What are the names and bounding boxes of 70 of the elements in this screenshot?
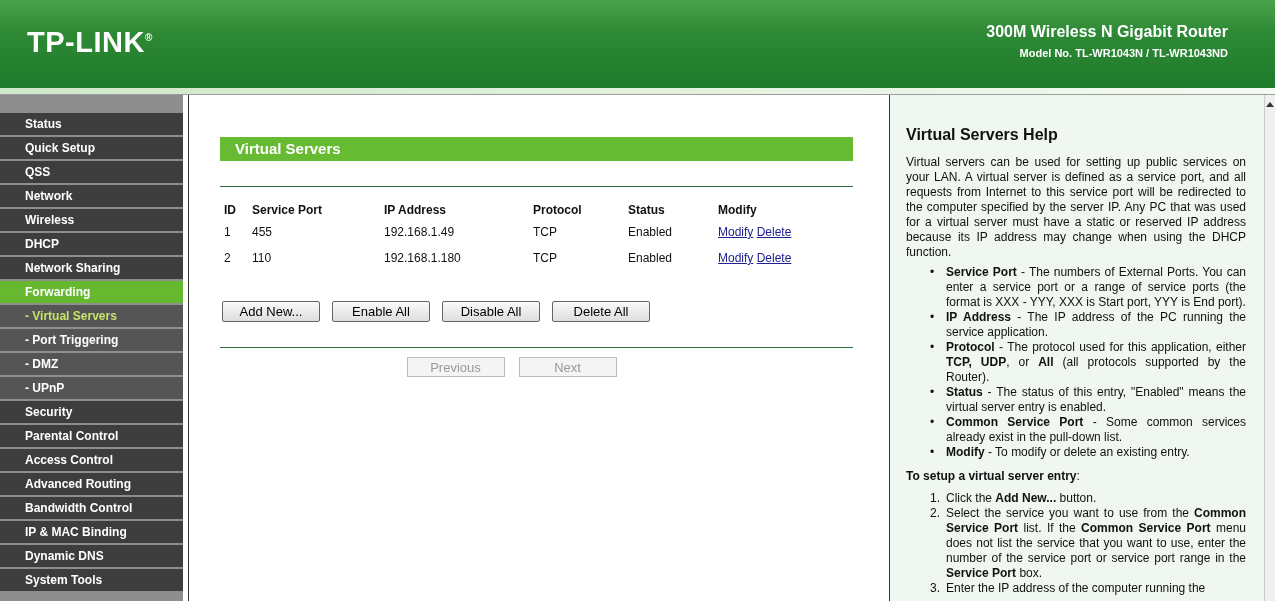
sidebar-item[interactable]: System Tools (0, 569, 183, 591)
product-name: 300M Wireless N Gigabit Router (986, 23, 1228, 41)
sidebar-item[interactable]: DHCP (0, 233, 183, 255)
table-cell-text: 110 (251, 250, 273, 267)
sidebar-item[interactable]: Wireless (0, 209, 183, 231)
scrollbar[interactable] (1264, 95, 1275, 601)
column-header: Protocol (532, 202, 583, 219)
step-number: 1. (930, 491, 941, 506)
sidebar-item[interactable]: Bandwidth Control (0, 497, 183, 519)
table-cell-text: Enabled (627, 224, 674, 241)
modify-link[interactable]: Modify (718, 225, 754, 239)
table-cell-text: 2 (223, 250, 232, 267)
sidebar-item[interactable]: Security (0, 401, 183, 423)
sidebar-item[interactable]: Advanced Routing (0, 473, 183, 495)
help-bullet: Common Service Port - Some common services already exist in the pull-down list. (946, 415, 1246, 445)
help-paragraph: Virtual servers can be used for setting up public services on your LAN. A virtual server is defined as a service port, and all requests from Internet to this service port will be redirected to the computer specified by the server IP. Any PC that was used for a virtual server must have a static or reserved IP address because its IP address may change when using the DHCP function. (906, 155, 1246, 260)
step-number: 2. (930, 506, 941, 522)
table-cell-text: TCP (532, 250, 558, 267)
sidebar-item[interactable]: Quick Setup (0, 137, 183, 159)
bullet-marker: • (930, 445, 936, 460)
table-cell-text: 455 (251, 224, 274, 241)
step-number: 3. (930, 581, 941, 596)
sidebar-item[interactable]: - UPnP (0, 377, 183, 399)
table-cell-text: Enabled (627, 250, 674, 267)
column-header: Status (627, 202, 666, 219)
column-header: ID (223, 202, 237, 219)
help-bullet: Modify - To modify or delete an existing entry. (946, 445, 1191, 460)
sidebar-item[interactable]: Network Sharing (0, 257, 183, 279)
modify-link[interactable]: Modify (718, 251, 754, 265)
bullet-marker: • (930, 415, 936, 431)
sidebar-item[interactable]: IP & MAC Binding (0, 521, 183, 543)
logo: TP-LINK$^{®}$ (27, 25, 153, 59)
sidebar-item[interactable]: Parental Control (0, 425, 183, 447)
help-bullet: Status - The status of this entry, "Enabled" means the virtual server entry is enabled. (946, 385, 1246, 415)
action-button[interactable]: Delete All (552, 301, 650, 322)
sidebar-item[interactable]: - DMZ (0, 353, 183, 375)
sidebar-item[interactable]: Dynamic DNS (0, 545, 183, 567)
column-header: Service Port (251, 202, 324, 219)
help-bullet: Service Port - The numbers of External Ports. You can enter a service port or a range of service ports (the format is XXX - YYY, XXX is Start port, YYY is End port). (946, 265, 1246, 310)
action-button[interactable]: Add New... (222, 301, 320, 322)
help-bullet: IP Address - The IP address of the PC running the service application. (946, 310, 1246, 340)
delete-link[interactable]: Delete (756, 251, 792, 265)
scroll-up-icon[interactable] (1266, 101, 1274, 107)
help-bullet: Protocol - The protocol used for this application, either TCP, UDP, or All (all protocols supported by the Router). (946, 340, 1246, 385)
delete-link[interactable]: Delete (756, 225, 792, 239)
bullet-marker: • (930, 265, 936, 281)
sidebar-item[interactable]: - Port Triggering (0, 329, 183, 351)
help-step: Enter the IP address of the computer running the (946, 581, 1246, 596)
section-title: Virtual Servers (220, 137, 853, 161)
sidebar-item[interactable]: Network (0, 185, 183, 207)
table-cell-text: TCP (532, 224, 558, 241)
action-button[interactable]: Enable All (332, 301, 430, 322)
bullet-marker: • (930, 340, 936, 356)
bullet-marker: • (930, 385, 936, 401)
help-step: Select the service you want to use from the Common Service Port list. If the Common Service Port menu does not list the service that you want to use, enter the number of the service port or service port range in the Service Port box. (946, 506, 1246, 581)
sidebar-item[interactable]: Access Control (0, 449, 183, 471)
model-number: Model No. TL-WR1043N / TL-WR1043ND (1018, 47, 1228, 59)
table-cell-text: 192.168.1.180 (383, 250, 462, 267)
sidebar-item[interactable]: Status (0, 113, 183, 135)
bullet-marker: • (930, 310, 936, 326)
help-step: Click the Add New... button. (946, 491, 1246, 506)
help-title: Virtual Servers Help (906, 127, 1059, 142)
sidebar-item[interactable]: QSS (0, 161, 183, 183)
table-cell-text: 1 (223, 224, 232, 241)
column-header: IP Address (383, 202, 448, 219)
table-cell-text: 192.168.1.49 (383, 224, 456, 241)
column-header: Modify (717, 202, 758, 219)
sidebar-item[interactable]: - Virtual Servers (0, 305, 183, 327)
action-button[interactable]: Disable All (442, 301, 540, 322)
help-subtitle: To setup a virtual server entry: (906, 469, 1081, 484)
